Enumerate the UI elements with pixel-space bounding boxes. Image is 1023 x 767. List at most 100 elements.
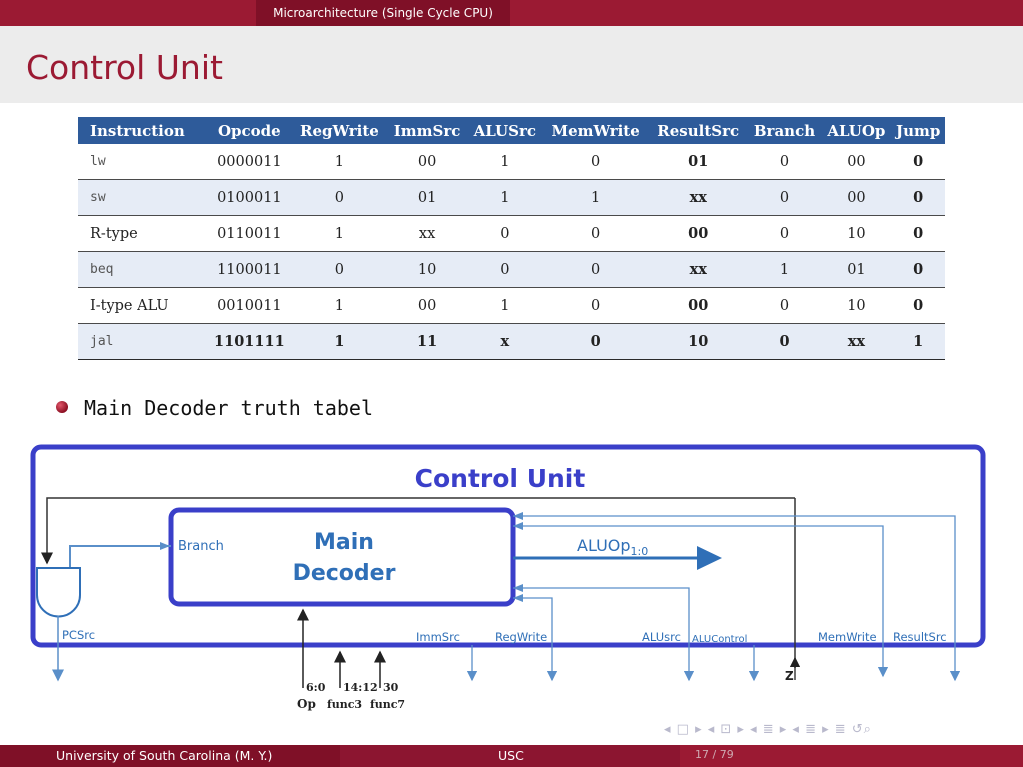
section-title[interactable]: Microarchitecture (Single Cycle CPU)	[256, 0, 510, 26]
table-cell: xx	[648, 179, 748, 216]
top-bar: Microarchitecture (Single Cycle CPU)	[0, 0, 1023, 26]
table-row: beq 1100011 0 10 0 0 xx 1 01 0	[78, 251, 945, 288]
aluop-label: ALUOp1:0	[577, 536, 648, 558]
alucontrol-label: ALUControl	[692, 634, 747, 645]
table-cell: 10	[648, 323, 748, 360]
immsrc-label: ImmSrc	[416, 630, 460, 644]
table-row: R-type 0110011 1 xx 0 0 00 0 10 0	[78, 215, 945, 252]
title-bar: Control Unit	[0, 26, 1023, 103]
table-cell: 0	[542, 215, 649, 252]
table-cell: 0	[891, 144, 945, 180]
table-cell: 0	[747, 144, 822, 180]
table-cell: 0	[891, 287, 945, 324]
column-header: MemWrite	[542, 117, 649, 144]
table-cell: 0	[891, 251, 945, 288]
column-header: Jump	[891, 117, 945, 144]
table-cell: 1	[891, 323, 945, 360]
table-cell: 00	[648, 287, 748, 324]
func3-bits-label: 14:12	[343, 681, 378, 694]
table-cell: 00	[386, 287, 468, 324]
control-unit-diagram: Control Unit Main Decoder Branch PCSrc A…	[30, 444, 986, 711]
table-cell: lw	[78, 144, 207, 180]
z-label: Z	[785, 669, 794, 683]
table-cell: 1	[291, 215, 387, 252]
table-cell: 0	[291, 179, 387, 216]
func7-bits-label: 30	[383, 681, 399, 694]
table-row: I-type ALU 0010011 1 00 1 0 00 0 10 0	[78, 287, 945, 324]
diagram-title: Control Unit	[415, 464, 586, 493]
regwrite-label: RegWrite	[495, 630, 547, 644]
table-cell: 01	[386, 179, 468, 216]
bullet-icon	[56, 401, 68, 413]
table-cell: 1	[291, 287, 387, 324]
footer-author: University of South Carolina (M. Y.)	[56, 748, 273, 763]
func7-label: func7	[370, 698, 405, 711]
table-row: sw 0100011 0 01 1 1 xx 0 00 0	[78, 179, 945, 216]
main-decoder-label-2: Decoder	[293, 561, 396, 586]
main-decoder-block	[168, 507, 516, 607]
table-cell: R-type	[78, 215, 207, 252]
table-cell: 0000011	[206, 144, 292, 180]
table-cell: xx	[648, 251, 748, 288]
bullet-text: Main Decoder truth tabel	[84, 396, 373, 420]
table-cell: 00	[821, 179, 892, 216]
column-header: ResultSrc	[648, 117, 748, 144]
table-cell: 1	[291, 323, 387, 360]
table-cell: xx	[386, 215, 468, 252]
table-cell: 1	[747, 251, 822, 288]
table-cell: 01	[821, 251, 892, 288]
table-cell: 1	[467, 179, 543, 216]
column-header: Opcode	[206, 117, 292, 144]
memwrite-label: MemWrite	[818, 630, 877, 644]
pcsrc-label: PCSrc	[62, 628, 95, 642]
main-decoder-label-1: Main	[314, 530, 374, 555]
func3-label: func3	[327, 698, 362, 711]
column-header: Instruction	[78, 117, 207, 144]
truth-table: Instruction Opcode RegWrite ImmSrc ALUSr…	[78, 117, 945, 360]
table-cell: 1	[467, 287, 543, 324]
alusrc-label: ALUsrc	[642, 630, 681, 644]
column-header: RegWrite	[291, 117, 387, 144]
table-cell: 0100011	[206, 179, 292, 216]
table-cell: 0	[542, 144, 649, 180]
table-cell: 1	[467, 144, 543, 180]
table-cell: 0	[747, 179, 822, 216]
table-cell: beq	[78, 251, 207, 288]
op-label: Op	[297, 697, 316, 711]
table-cell: 11	[386, 323, 468, 360]
table-cell: 0	[891, 215, 945, 252]
table-cell: 0	[542, 323, 649, 360]
table-cell: 0	[891, 179, 945, 216]
table-cell: 0	[747, 287, 822, 324]
column-header: ALUSrc	[467, 117, 543, 144]
table-cell: sw	[78, 179, 207, 216]
table-cell: 1	[542, 179, 649, 216]
table-cell: 0	[542, 287, 649, 324]
table-cell: 1100011	[206, 251, 292, 288]
footer-center: USC	[340, 745, 680, 767]
column-header: Branch	[747, 117, 822, 144]
footer-institute: USC	[498, 748, 524, 763]
table-row: jal 1101111 1 11 x 0 10 0 xx 1	[78, 323, 945, 360]
table-cell: 00	[821, 144, 892, 180]
table-cell: I-type ALU	[78, 287, 207, 324]
table-cell: 00	[648, 215, 748, 252]
table-cell: xx	[821, 323, 892, 360]
table-cell: 1101111	[206, 323, 292, 360]
footer: University of South Carolina (M. Y.) USC…	[0, 745, 1023, 767]
table-cell: 10	[821, 215, 892, 252]
table-row: lw 0000011 1 00 1 0 01 0 00 0	[78, 144, 945, 180]
slide-title: Control Unit	[26, 48, 223, 87]
table-cell: 0	[467, 251, 543, 288]
table-header-row: Instruction Opcode RegWrite ImmSrc ALUSr…	[78, 117, 945, 144]
table-cell: 0010011	[206, 287, 292, 324]
resultsrc-label: ResultSrc	[893, 630, 947, 644]
table-cell: x	[467, 323, 543, 360]
beamer-navigation[interactable]: ◂ □ ▸ ◂ ⊡ ▸ ◂ ≣ ▸ ◂ ≣ ▸ ≣ ↺⌕	[664, 722, 872, 737]
footer-left: University of South Carolina (M. Y.)	[0, 745, 340, 767]
op-bits-label: 6:0	[306, 681, 326, 694]
table-cell: 0	[747, 215, 822, 252]
table-cell: 0	[467, 215, 543, 252]
table-cell: 00	[386, 144, 468, 180]
table-cell: 10	[386, 251, 468, 288]
